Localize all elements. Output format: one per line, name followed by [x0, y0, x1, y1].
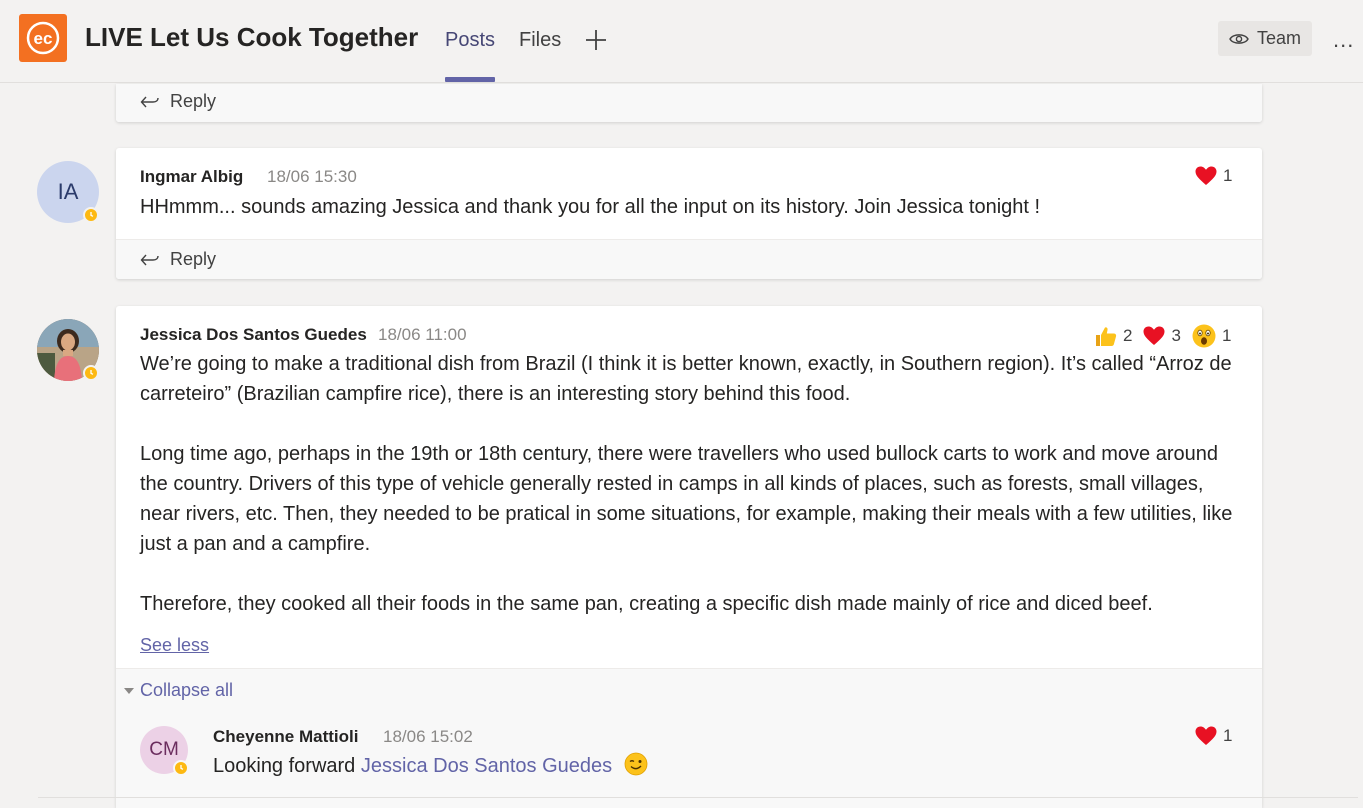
- previous-post-card: Reply: [116, 84, 1262, 122]
- team-button[interactable]: Team: [1218, 21, 1312, 56]
- post-timestamp: 18/06 11:00: [378, 325, 467, 344]
- reaction-count: 3: [1171, 326, 1181, 345]
- bottom-divider: [38, 797, 1358, 798]
- team-logo[interactable]: ec: [19, 14, 67, 62]
- page-title: LIVE Let Us Cook Together: [85, 22, 419, 52]
- reaction-count: 2: [1123, 326, 1133, 345]
- reply-icon: [140, 96, 159, 107]
- mention-link[interactable]: Jessica Dos Santos Guedes: [361, 755, 612, 777]
- add-tab-button[interactable]: [584, 28, 608, 52]
- replies-thread: Collapse all CM Cheyenne Mattioli 18/06 …: [116, 668, 1262, 808]
- post-author[interactable]: Ingmar Albig: [140, 167, 243, 187]
- post-card: Ingmar Albig 18/06 15:30 1 HHmmm... soun…: [116, 148, 1262, 279]
- reaction-count: 1: [1223, 166, 1233, 185]
- reply-author[interactable]: Cheyenne Mattioli: [213, 727, 358, 747]
- see-less-link[interactable]: See less: [140, 635, 209, 656]
- reply-text: Looking forward: [213, 755, 361, 777]
- reaction-heart[interactable]: 1: [1194, 725, 1232, 747]
- post-paragraph: We’re going to make a traditional dish f…: [140, 353, 1232, 405]
- reaction-like[interactable]: 2: [1094, 325, 1132, 347]
- eye-icon: [1229, 33, 1249, 44]
- heart-icon: [1195, 166, 1217, 185]
- reaction-surprised[interactable]: 1: [1191, 323, 1231, 349]
- svg-text:ec: ec: [34, 29, 53, 48]
- tab-posts[interactable]: Posts: [445, 29, 495, 52]
- reactions: 2 3 1: [1094, 323, 1231, 349]
- status-away-icon: [83, 365, 99, 381]
- reactions: 1: [1194, 725, 1232, 747]
- reply-button[interactable]: Reply: [140, 91, 216, 112]
- heart-icon: [1195, 726, 1217, 745]
- reaction-count: 1: [1221, 326, 1232, 345]
- active-tab-indicator: [445, 77, 495, 82]
- reactions: 1: [1194, 165, 1232, 187]
- reply-timestamp: 18/06 15:02: [383, 727, 473, 746]
- team-button-label: Team: [1256, 28, 1301, 48]
- reply-button[interactable]: Reply: [140, 249, 216, 270]
- post-paragraph: Therefore, they cooked all their foods i…: [140, 593, 1153, 615]
- post-timestamp: 18/06 15:30: [267, 167, 357, 186]
- collapse-all-label: Collapse all: [140, 680, 234, 700]
- more-options-button[interactable]: ...: [1333, 27, 1354, 53]
- reply-icon: [140, 254, 159, 265]
- reply-message: Looking forward Jessica Dos Santos Guede…: [213, 751, 1013, 781]
- avatar-initials: IA: [57, 179, 79, 204]
- post-paragraph: Long time ago, perhaps in the 19th or 18…: [140, 443, 1233, 555]
- reaction-count: 1: [1223, 726, 1233, 745]
- channel-header: ec LIVE Let Us Cook Together Posts Files…: [0, 0, 1363, 83]
- status-away-icon: [83, 207, 99, 223]
- reply-label: Reply: [170, 249, 217, 269]
- reply-bar: Reply: [116, 84, 1262, 122]
- collapse-all-button[interactable]: Collapse all: [124, 680, 233, 701]
- post-card: Jessica Dos Santos Guedes 18/06 11:00 2 …: [116, 306, 1262, 808]
- surprised-icon: [1192, 324, 1216, 348]
- wink-emoji-icon: [624, 752, 648, 776]
- reply-bar: Reply: [116, 239, 1262, 279]
- reaction-heart[interactable]: 1: [1194, 165, 1232, 187]
- post-message: HHmmm... sounds amazing Jessica and than…: [140, 196, 1041, 218]
- reaction-heart[interactable]: 3: [1142, 325, 1181, 347]
- plus-icon: [586, 30, 606, 50]
- heart-icon: [1143, 326, 1165, 345]
- triangle-down-icon: [124, 687, 134, 694]
- reply-label: Reply: [170, 91, 217, 111]
- post-author[interactable]: Jessica Dos Santos Guedes: [140, 325, 367, 345]
- status-away-icon: [173, 760, 189, 776]
- ec-logo-icon: ec: [26, 21, 60, 55]
- avatar-initials: CM: [149, 739, 179, 760]
- thumbs-up-icon: [1096, 327, 1117, 346]
- tab-files[interactable]: Files: [519, 29, 561, 52]
